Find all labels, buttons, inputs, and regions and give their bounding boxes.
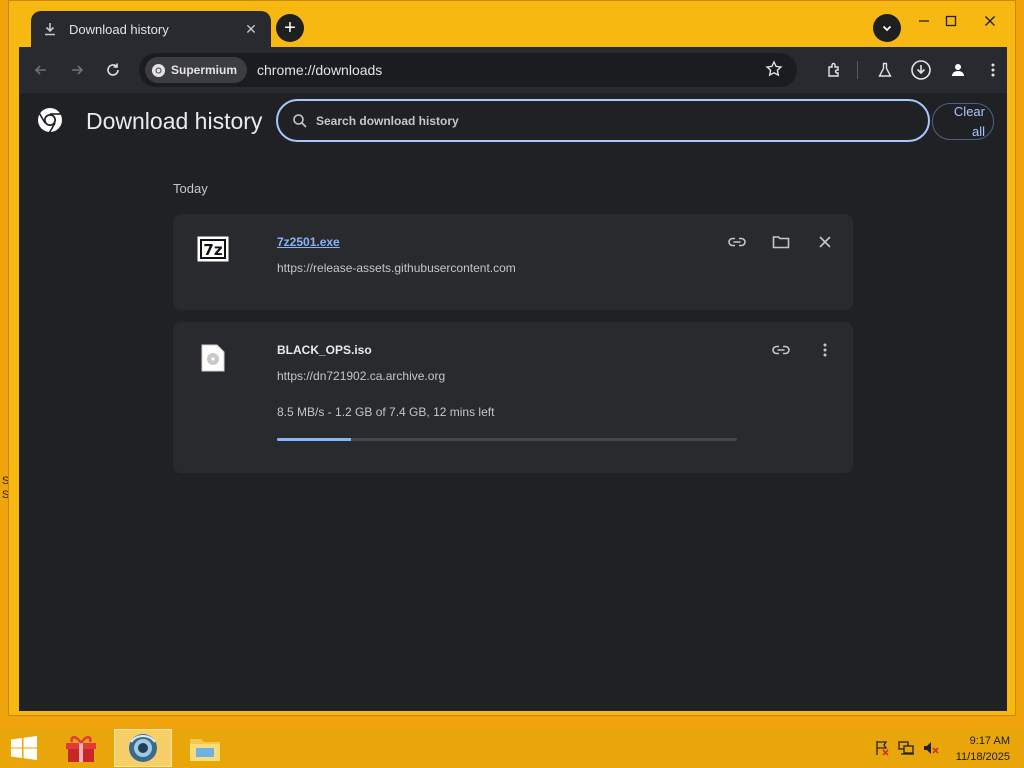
- tab-search-button[interactable]: [873, 14, 901, 42]
- tab-download-history[interactable]: Download history ✕: [31, 11, 271, 47]
- gift-box-app-icon: [66, 736, 96, 762]
- title-bar: Download history ✕ +: [9, 1, 1015, 47]
- show-in-folder-button[interactable]: [768, 229, 794, 255]
- minimize-button[interactable]: [909, 9, 939, 33]
- bookmark-star-icon[interactable]: [765, 60, 783, 83]
- folder-icon: [772, 236, 790, 249]
- copy-link-button[interactable]: [768, 337, 794, 363]
- close-icon: [985, 16, 995, 26]
- download-progress-status: 8.5 MB/s - 1.2 GB of 7.4 GB, 12 mins lef…: [277, 405, 495, 419]
- page-header: Download history Search download history…: [19, 93, 1007, 151]
- volume-muted-icon[interactable]: [922, 740, 940, 761]
- download-item: 7z 7z2501.exe https://release-assets.git…: [173, 214, 853, 310]
- file-source-url[interactable]: https://release-assets.githubusercontent…: [277, 261, 516, 275]
- forward-button[interactable]: [63, 56, 91, 84]
- svg-text:7z: 7z: [203, 241, 222, 259]
- reload-icon: [107, 63, 119, 76]
- site-chip-label: Supermium: [171, 63, 238, 77]
- flask-icon: [878, 62, 892, 77]
- download-icon: [43, 22, 59, 36]
- download-circle-icon: [911, 60, 931, 80]
- search-downloads-input[interactable]: Search download history: [276, 99, 930, 142]
- more-vert-icon: [991, 63, 995, 77]
- labs-button[interactable]: [871, 56, 899, 84]
- toolbar-divider: [857, 61, 858, 79]
- download-item: BLACK_OPS.iso https://dn721902.ca.archiv…: [173, 322, 853, 473]
- download-progress-bar: [277, 438, 737, 441]
- file-name-link[interactable]: 7z2501.exe: [277, 235, 340, 249]
- taskbar: 9:17 AM 11/18/2025: [0, 728, 1024, 768]
- back-button[interactable]: [27, 56, 55, 84]
- arrow-right-icon: [72, 65, 84, 75]
- disc-image-file-icon: [201, 344, 233, 372]
- tab-title: Download history: [69, 21, 169, 37]
- page-title: Download history: [86, 108, 263, 134]
- windows-logo-icon: [11, 736, 37, 760]
- search-placeholder: Search download history: [316, 113, 459, 128]
- taskbar-app-file-explorer[interactable]: [176, 729, 234, 767]
- browser-window: Download history ✕ + Supermium chrome://…: [8, 0, 1016, 716]
- url-text[interactable]: chrome://downloads: [257, 62, 382, 78]
- close-window-button[interactable]: [971, 9, 1009, 33]
- system-clock[interactable]: 9:17 AM 11/18/2025: [956, 733, 1010, 765]
- close-icon: [819, 236, 831, 248]
- more-actions-button[interactable]: [812, 337, 838, 363]
- search-icon: [293, 113, 307, 128]
- link-icon: [772, 345, 790, 355]
- chrome-logo-icon: [37, 107, 63, 138]
- more-vert-icon: [823, 343, 827, 357]
- person-icon: [952, 64, 964, 76]
- clear-all-button[interactable]: Clear all: [932, 103, 994, 140]
- chevron-down-icon: [882, 25, 892, 32]
- maximize-button[interactable]: [936, 9, 966, 33]
- reload-button[interactable]: [99, 56, 127, 84]
- folder-app-icon: [190, 739, 220, 761]
- puzzle-icon: [828, 62, 839, 77]
- new-tab-button[interactable]: +: [276, 14, 304, 42]
- address-bar[interactable]: Supermium chrome://downloads: [139, 53, 797, 87]
- downloads-page: Download history Search download history…: [19, 93, 1007, 711]
- minimize-icon: [919, 20, 929, 22]
- 7z-icon: 7z: [197, 236, 229, 262]
- date-section-label: Today: [173, 181, 208, 196]
- file-source-url[interactable]: https://dn721902.ca.archive.org: [277, 369, 445, 383]
- tab-close-icon[interactable]: ✕: [243, 21, 259, 37]
- site-info-chip[interactable]: Supermium: [145, 57, 248, 83]
- start-button[interactable]: [10, 736, 38, 765]
- file-name: BLACK_OPS.iso: [277, 343, 372, 357]
- supermium-logo-icon: [151, 63, 166, 77]
- arrow-left-icon: [34, 65, 46, 75]
- extensions-button[interactable]: [821, 56, 849, 84]
- clock-date: 11/18/2025: [955, 751, 1010, 763]
- link-icon: [728, 237, 746, 247]
- taskbar-app-gift[interactable]: [52, 729, 110, 767]
- remove-download-button[interactable]: [812, 229, 838, 255]
- copy-link-button[interactable]: [724, 229, 750, 255]
- menu-button[interactable]: [979, 56, 1007, 84]
- profile-button[interactable]: [944, 56, 972, 84]
- action-center-icon[interactable]: [874, 740, 890, 761]
- progress-fill: [277, 438, 351, 441]
- browser-app-icon: [129, 734, 157, 762]
- taskbar-app-browser[interactable]: [114, 729, 172, 767]
- clock-time: 9:17 AM: [969, 735, 1010, 747]
- browser-toolbar: Supermium chrome://downloads: [19, 47, 1007, 93]
- network-icon[interactable]: [898, 740, 916, 761]
- maximize-icon: [945, 15, 957, 27]
- downloads-button[interactable]: [907, 56, 935, 84]
